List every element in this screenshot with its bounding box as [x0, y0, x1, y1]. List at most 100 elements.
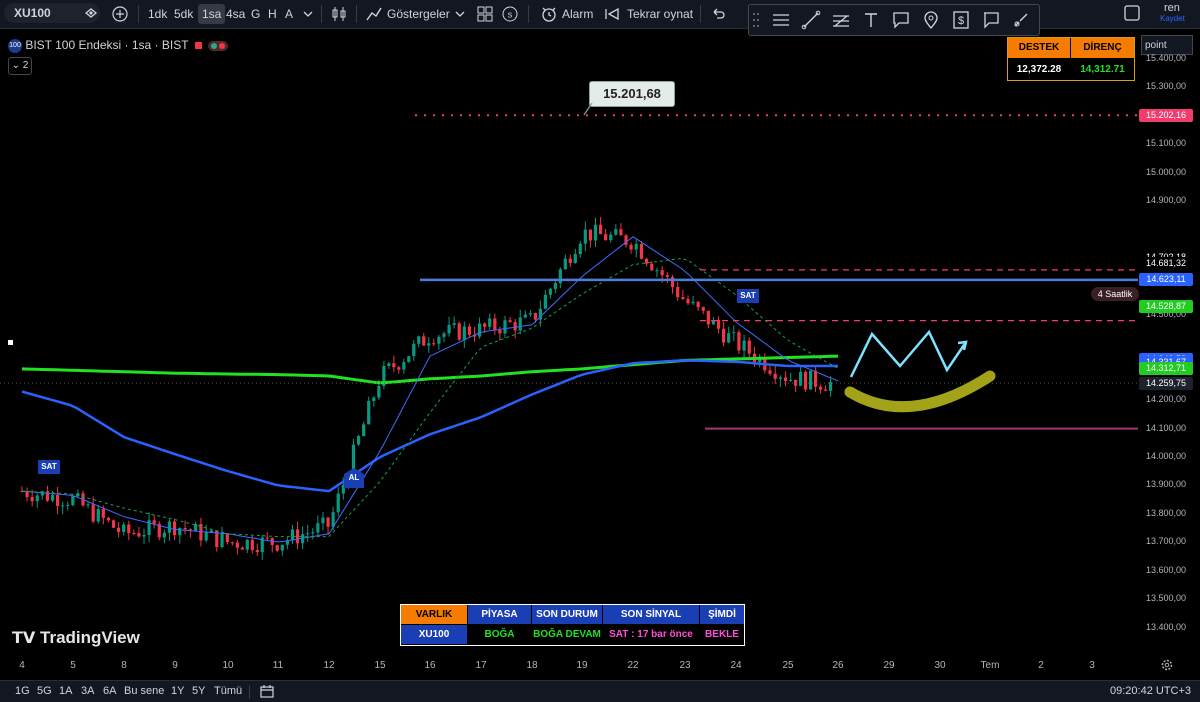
- menu-lines-icon[interactable]: [771, 10, 791, 30]
- price-axis[interactable]: [1140, 29, 1200, 655]
- candle-body: [773, 373, 777, 379]
- range-1a[interactable]: 1A: [59, 685, 72, 697]
- fullscreen-icon[interactable]: [1124, 5, 1140, 21]
- sell-signal-marker[interactable]: SAT: [737, 289, 759, 303]
- strategy-icon[interactable]: s: [502, 6, 518, 22]
- trend-line-icon[interactable]: [801, 10, 821, 30]
- candle-body: [91, 504, 95, 522]
- market-status-icon[interactable]: [208, 40, 228, 51]
- price-callout[interactable]: 15.201,68: [589, 81, 675, 107]
- price-chart[interactable]: [0, 29, 1140, 655]
- time-tick-label: 9: [172, 660, 178, 671]
- candle-body: [483, 323, 487, 327]
- range-6a[interactable]: 6A: [103, 685, 116, 697]
- fib-icon[interactable]: [831, 10, 851, 30]
- symbol-search[interactable]: XU100: [4, 3, 100, 23]
- tag-4h-label[interactable]: 4 Saatlik: [1091, 287, 1139, 301]
- range-3a[interactable]: 3A: [81, 685, 94, 697]
- text-tool-icon[interactable]: [861, 10, 881, 30]
- candle-body: [513, 322, 517, 331]
- range-1g[interactable]: 1G: [15, 685, 30, 697]
- sell-signal-marker[interactable]: SAT: [38, 460, 60, 474]
- candle-type-icon[interactable]: [330, 5, 348, 23]
- candle-body: [452, 323, 456, 325]
- alarm-button[interactable]: Alarm: [562, 4, 593, 24]
- watchlist-eye-icon[interactable]: [84, 6, 98, 20]
- chevron-down-icon[interactable]: [303, 9, 313, 19]
- candle-body: [650, 263, 654, 271]
- settings-gear-icon[interactable]: [1160, 658, 1174, 672]
- pin-icon[interactable]: [921, 10, 941, 30]
- time-axis[interactable]: [0, 655, 1200, 677]
- indicators-collapse-toggle[interactable]: ⌄ 2: [8, 56, 32, 75]
- range-1y[interactable]: 1Y: [171, 685, 184, 697]
- resistance-value: 14,312.71: [1080, 64, 1125, 75]
- timeframe-1dk[interactable]: 1dk: [148, 4, 167, 24]
- support-value: 12,372.28: [1016, 64, 1062, 75]
- clock-display[interactable]: 09:20:42 UTC+3: [1110, 685, 1191, 697]
- replay-button[interactable]: Tekrar oynat: [627, 4, 693, 24]
- symbol-name[interactable]: XU100: [14, 3, 51, 23]
- signal-table: VARLIK PİYASA SON DURUM SON SİNYAL ŞİMDİ…: [400, 604, 745, 646]
- price-tick-label: 14.900,00: [1146, 195, 1187, 206]
- candle-body: [397, 367, 401, 370]
- add-symbol-icon[interactable]: [112, 6, 128, 22]
- candle-body: [116, 527, 121, 532]
- comment-icon[interactable]: [981, 10, 1001, 30]
- price-tick-label: 15.000,00: [1146, 166, 1187, 177]
- range-ytd[interactable]: Bu sene: [124, 685, 164, 697]
- chevron-down-icon[interactable]: [455, 9, 465, 19]
- price-tag-icon[interactable]: $: [951, 10, 971, 30]
- range-5g[interactable]: 5G: [37, 685, 52, 697]
- flag-icon[interactable]: [194, 42, 202, 49]
- time-tick-label: 2: [1038, 660, 1044, 671]
- collapsed-count: 2: [22, 59, 29, 71]
- tradingview-watermark[interactable]: 𝗧𝗩 TradingView: [12, 628, 140, 648]
- signal-header-asset: VARLIK: [401, 605, 468, 624]
- timeframe-a[interactable]: A: [285, 4, 293, 24]
- indicators-button[interactable]: Göstergeler: [387, 4, 450, 24]
- candle-body: [665, 275, 669, 277]
- layout-grid-icon[interactable]: [477, 6, 493, 22]
- candle-body: [732, 332, 736, 334]
- candle-body: [629, 244, 633, 250]
- indicators-icon[interactable]: [365, 5, 383, 23]
- candle-body: [747, 340, 751, 354]
- timeframe-4sa[interactable]: 4sa: [226, 4, 245, 24]
- candle-body: [250, 539, 254, 551]
- timeframe-1sa[interactable]: 1sa: [198, 4, 226, 24]
- candle-body: [799, 371, 803, 386]
- candle-body: [493, 318, 497, 331]
- timeframe-5dk[interactable]: 5dk: [174, 4, 193, 24]
- candle-body: [604, 234, 608, 241]
- candle-body: [122, 524, 126, 532]
- candle-body: [737, 332, 741, 351]
- brush-icon[interactable]: [1011, 10, 1031, 30]
- time-tick-label: 29: [883, 660, 895, 671]
- drawing-toolbar: $: [748, 4, 1040, 36]
- candle-body: [437, 336, 441, 344]
- signal-value-status: BOĞA DEVAM: [532, 625, 603, 644]
- replay-icon[interactable]: [603, 5, 621, 23]
- candle-body: [427, 343, 431, 346]
- price-badge: 14.623,11: [1139, 273, 1193, 287]
- note-icon[interactable]: [891, 10, 911, 30]
- timeframe-g[interactable]: G: [251, 4, 260, 24]
- chart-title[interactable]: BIST 100 Endeksi · 1sa · BIST: [25, 38, 188, 52]
- undo-icon[interactable]: [710, 6, 726, 22]
- candle-body: [696, 301, 700, 308]
- range-all[interactable]: Tümü: [214, 685, 242, 697]
- candle-body: [204, 532, 208, 541]
- price-badge: 14.681,32: [1139, 256, 1193, 270]
- candle-body: [553, 283, 557, 289]
- alarm-clock-icon[interactable]: [540, 5, 558, 23]
- timeframe-h[interactable]: H: [268, 4, 277, 24]
- price-tick-label: 15.400,00: [1146, 53, 1187, 63]
- range-5y[interactable]: 5Y: [192, 685, 205, 697]
- candle-body: [280, 544, 284, 551]
- candle-body: [614, 229, 618, 235]
- time-tick-label: 23: [679, 660, 691, 671]
- drag-handle-icon[interactable]: [752, 11, 760, 29]
- date-range-icon[interactable]: [259, 684, 275, 699]
- time-tick-label: 4: [19, 660, 25, 671]
